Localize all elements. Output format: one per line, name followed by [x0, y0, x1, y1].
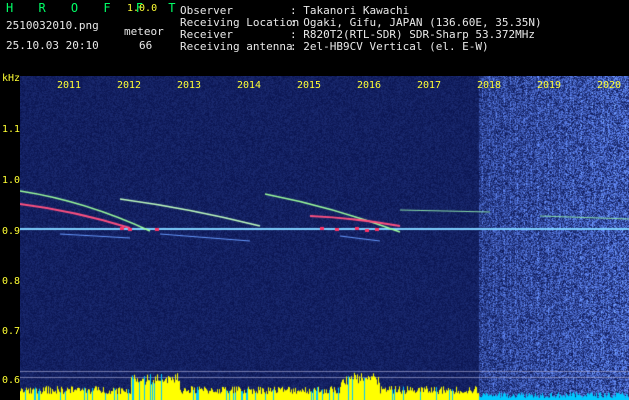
y-tick-label: 0.9 — [2, 226, 21, 237]
file-name: 2510032010.png — [6, 19, 99, 32]
y-tick-label: 1.1 — [2, 124, 21, 135]
info-antenna-value: : 2el-HB9CV Vertical (el. E-W) — [290, 40, 489, 53]
app-version: 1.0.0 — [127, 3, 158, 14]
hrofft-window: H R O F F T 1.0.0 2510032010.png meteor … — [0, 0, 629, 400]
spectrogram-canvas — [20, 76, 629, 400]
time-label: 2012 — [117, 80, 142, 91]
time-label: 2013 — [177, 80, 202, 91]
time-label: 2015 — [297, 80, 322, 91]
app-title: H R O F F T — [6, 1, 185, 15]
y-tick-label: 0.6 — [2, 375, 21, 386]
time-label: 2016 — [357, 80, 382, 91]
time-label: 2019 — [537, 80, 562, 91]
meteor-label: meteor — [124, 25, 164, 38]
y-axis-unit: kHz — [2, 73, 21, 84]
y-tick-label: 0.7 — [2, 326, 21, 337]
time-label: 2014 — [237, 80, 262, 91]
meteor-count: 66 — [139, 39, 153, 52]
time-label: 2011 — [57, 80, 82, 91]
y-tick-label: 1.0 — [2, 175, 21, 186]
y-tick-label: 0.8 — [2, 276, 21, 287]
observation-datetime: 25.10.03 20:10 — [6, 39, 99, 52]
time-label: 2017 — [417, 80, 442, 91]
time-label: 2018 — [477, 80, 502, 91]
time-label: 2020 — [597, 80, 622, 91]
info-antenna-label: Receiving antenna — [180, 40, 293, 53]
